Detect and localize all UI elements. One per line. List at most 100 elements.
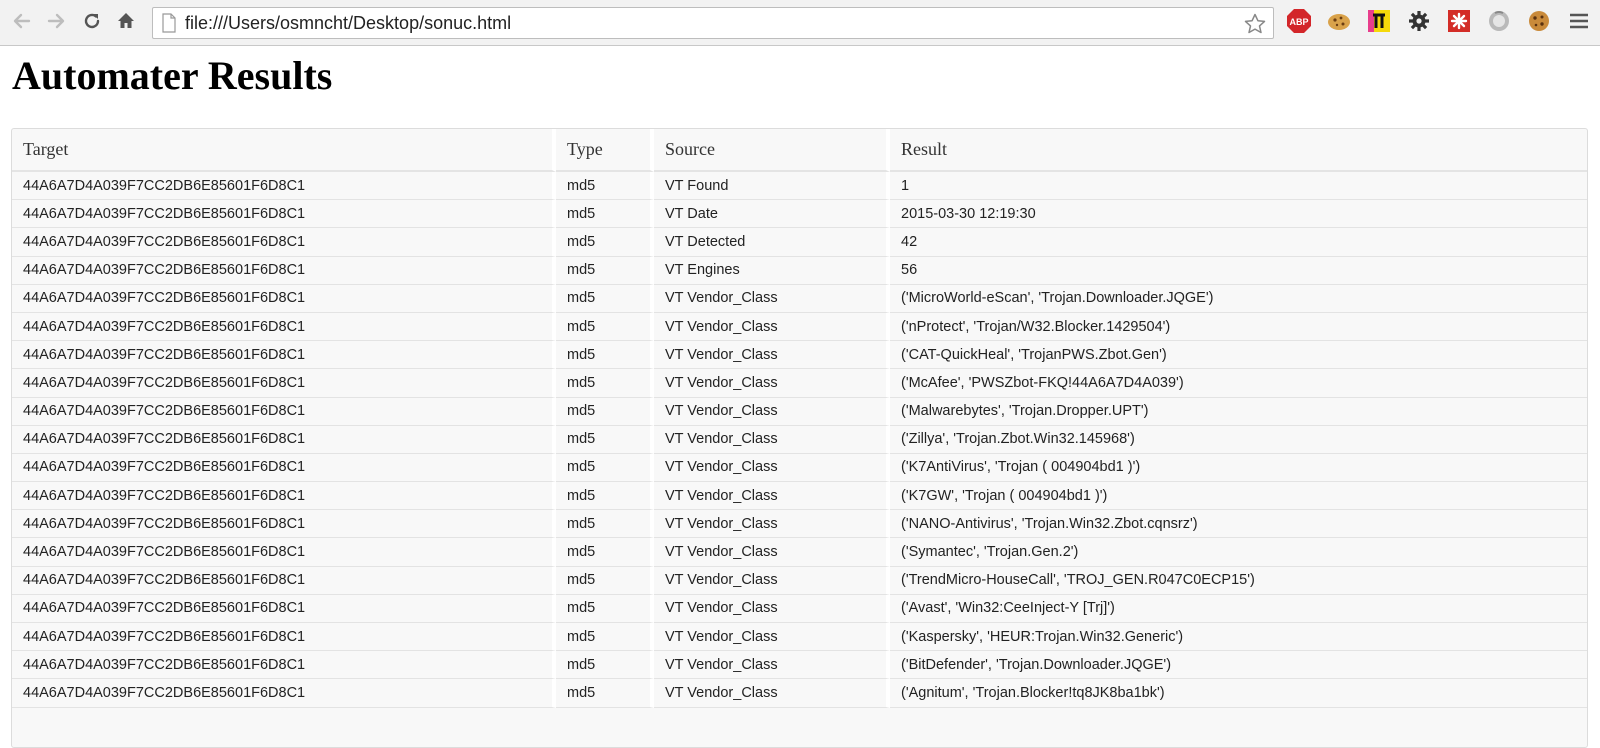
cell-result: ('CAT-QuickHeal', 'TrojanPWS.Zbot.Gen') (890, 341, 1587, 370)
extension-lastpass[interactable] (1446, 9, 1472, 36)
column-header-target: Target (12, 129, 556, 172)
results-table: Target Type Source Result 44A6A7D4A039F7… (12, 129, 1587, 708)
extension-cookie-1[interactable] (1326, 10, 1352, 36)
home-icon (116, 11, 136, 36)
cell-target: 44A6A7D4A039F7CC2DB6E85601F6D8C1 (12, 341, 556, 370)
cell-target: 44A6A7D4A039F7CC2DB6E85601F6D8C1 (12, 200, 556, 229)
cell-result: ('nProtect', 'Trojan/W32.Blocker.1429504… (890, 313, 1587, 342)
cell-target: 44A6A7D4A039F7CC2DB6E85601F6D8C1 (12, 369, 556, 398)
cell-type: md5 (556, 172, 654, 201)
home-button[interactable] (112, 9, 140, 37)
cell-source: VT Vendor_Class (654, 453, 890, 483)
cell-result: ('Kaspersky', 'HEUR:Trojan.Win32.Generic… (890, 623, 1587, 652)
cell-result: ('K7AntiVirus', 'Trojan ( 004904bd1 )') (890, 454, 1587, 483)
cell-source: VT Vendor_Class (654, 566, 890, 595)
extension-cookie-2[interactable] (1526, 10, 1552, 36)
cell-source: VT Vendor_Class (654, 679, 890, 708)
cell-target: 44A6A7D4A039F7CC2DB6E85601F6D8C1 (12, 228, 556, 257)
cell-target: 44A6A7D4A039F7CC2DB6E85601F6D8C1 (12, 538, 556, 567)
back-button[interactable] (8, 9, 36, 37)
reload-icon (82, 11, 102, 36)
table-row: 44A6A7D4A039F7CC2DB6E85601F6D8C1 md5 VT Ve… (12, 566, 1587, 595)
cell-result: 42 (890, 228, 1587, 257)
cell-result: ('Avast', 'Win32:CeeInject-Y [Trj]') (890, 595, 1587, 623)
column-header-result: Result (890, 129, 1587, 172)
cell-type: md5 (556, 425, 654, 454)
cell-source: VT Vendor_Class (654, 538, 890, 567)
table-row: 44A6A7D4A039F7CC2DB6E85601F6D8C1 md5 VT Ve… (12, 510, 1587, 539)
extension-pi[interactable] (1366, 9, 1392, 38)
cell-source: VT Engines (654, 256, 890, 285)
cell-type: md5 (556, 284, 654, 313)
reload-button[interactable] (78, 9, 106, 37)
forward-button[interactable] (42, 9, 70, 37)
pi-extension-icon (1367, 9, 1391, 38)
cell-result: ('MicroWorld-eScan', 'Trojan.Downloader.… (890, 285, 1587, 313)
cell-type: md5 (556, 312, 654, 342)
table-header-row: Target Type Source Result (12, 129, 1587, 172)
cookie-icon (1527, 9, 1551, 38)
table-row: 44A6A7D4A039F7CC2DB6E85601F6D8C1 md5 VT De… (12, 228, 1587, 257)
cell-type: md5 (556, 566, 654, 595)
table-row: 44A6A7D4A039F7CC2DB6E85601F6D8C1 md5 VT Ve… (12, 453, 1587, 483)
bookmark-star-icon[interactable] (1243, 12, 1267, 41)
cell-type: md5 (556, 510, 654, 539)
cell-source: VT Vendor_Class (654, 312, 890, 342)
adblock-plus-button[interactable]: ABP (1286, 8, 1312, 39)
table-row: 44A6A7D4A039F7CC2DB6E85601F6D8C1 md5 VT Ve… (12, 369, 1587, 398)
table-row: 44A6A7D4A039F7CC2DB6E85601F6D8C1 md5 VT Ve… (12, 341, 1587, 370)
cell-result: ('BitDefender', 'Trojan.Downloader.JQGE'… (890, 651, 1587, 680)
table-row: 44A6A7D4A039F7CC2DB6E85601F6D8C1 md5 VT Ve… (12, 312, 1587, 342)
table-row: 44A6A7D4A039F7CC2DB6E85601F6D8C1 md5 VT Ve… (12, 623, 1587, 652)
abp-label: ABP (1289, 17, 1308, 27)
extension-ghostery[interactable] (1486, 10, 1512, 36)
menu-button[interactable] (1566, 10, 1592, 36)
cell-type: md5 (556, 369, 654, 398)
cell-type: md5 (556, 594, 654, 623)
cell-target: 44A6A7D4A039F7CC2DB6E85601F6D8C1 (12, 594, 556, 623)
cell-target: 44A6A7D4A039F7CC2DB6E85601F6D8C1 (12, 482, 556, 511)
table-row: 44A6A7D4A039F7CC2DB6E85601F6D8C1 md5 VT Ve… (12, 397, 1587, 426)
cell-source: VT Vendor_Class (654, 623, 890, 652)
cell-source: VT Found (654, 172, 890, 201)
settings-gear-icon (1408, 10, 1430, 37)
cell-source: VT Vendor_Class (654, 594, 890, 623)
cell-source: VT Vendor_Class (654, 397, 890, 426)
cell-target: 44A6A7D4A039F7CC2DB6E85601F6D8C1 (12, 397, 556, 426)
hamburger-menu-icon (1569, 12, 1589, 35)
address-bar[interactable] (152, 7, 1274, 39)
column-header-type: Type (556, 129, 654, 172)
table-row: 44A6A7D4A039F7CC2DB6E85601F6D8C1 md5 VT Ve… (12, 594, 1587, 623)
table-row: 44A6A7D4A039F7CC2DB6E85601F6D8C1 md5 VT Da… (12, 200, 1587, 229)
page-title: Automater Results (12, 53, 333, 98)
ghostery-icon (1487, 9, 1511, 38)
table-row: 44A6A7D4A039F7CC2DB6E85601F6D8C1 md5 VT Ve… (12, 284, 1587, 313)
column-header-source: Source (654, 129, 890, 172)
cell-target: 44A6A7D4A039F7CC2DB6E85601F6D8C1 (12, 651, 556, 680)
cell-result: 2015-03-30 12:19:30 (890, 200, 1587, 229)
extension-settings[interactable] (1406, 10, 1432, 36)
cell-target: 44A6A7D4A039F7CC2DB6E85601F6D8C1 (12, 566, 556, 595)
cell-result: ('Symantec', 'Trojan.Gen.2') (890, 538, 1587, 567)
adblock-plus-icon: ABP (1286, 8, 1312, 39)
cell-target: 44A6A7D4A039F7CC2DB6E85601F6D8C1 (12, 256, 556, 285)
cell-source: VT Detected (654, 228, 890, 257)
table-row: 44A6A7D4A039F7CC2DB6E85601F6D8C1 md5 VT Ve… (12, 651, 1587, 680)
table-row: 44A6A7D4A039F7CC2DB6E85601F6D8C1 md5 VT En… (12, 256, 1587, 285)
cell-type: md5 (556, 256, 654, 285)
cell-type: md5 (556, 538, 654, 567)
cell-type: md5 (556, 397, 654, 426)
cell-type: md5 (556, 679, 654, 708)
table-row: 44A6A7D4A039F7CC2DB6E85601F6D8C1 md5 VT Ve… (12, 538, 1587, 567)
cell-result: ('NANO-Antivirus', 'Trojan.Win32.Zbot.cq… (890, 510, 1587, 539)
url-input[interactable] (185, 11, 1225, 35)
results-panel: Target Type Source Result 44A6A7D4A039F7… (11, 128, 1588, 748)
cell-target: 44A6A7D4A039F7CC2DB6E85601F6D8C1 (12, 425, 556, 454)
table-row: 44A6A7D4A039F7CC2DB6E85601F6D8C1 md5 VT Ve… (12, 425, 1587, 454)
table-row: 44A6A7D4A039F7CC2DB6E85601F6D8C1 md5 VT Fo… (12, 172, 1587, 201)
cell-source: VT Vendor_Class (654, 425, 890, 454)
back-arrow-icon (12, 11, 32, 36)
browser-toolbar: ABP (0, 0, 1600, 46)
cell-result: ('K7GW', 'Trojan ( 004904bd1 )') (890, 482, 1587, 511)
cell-source: VT Date (654, 200, 890, 229)
